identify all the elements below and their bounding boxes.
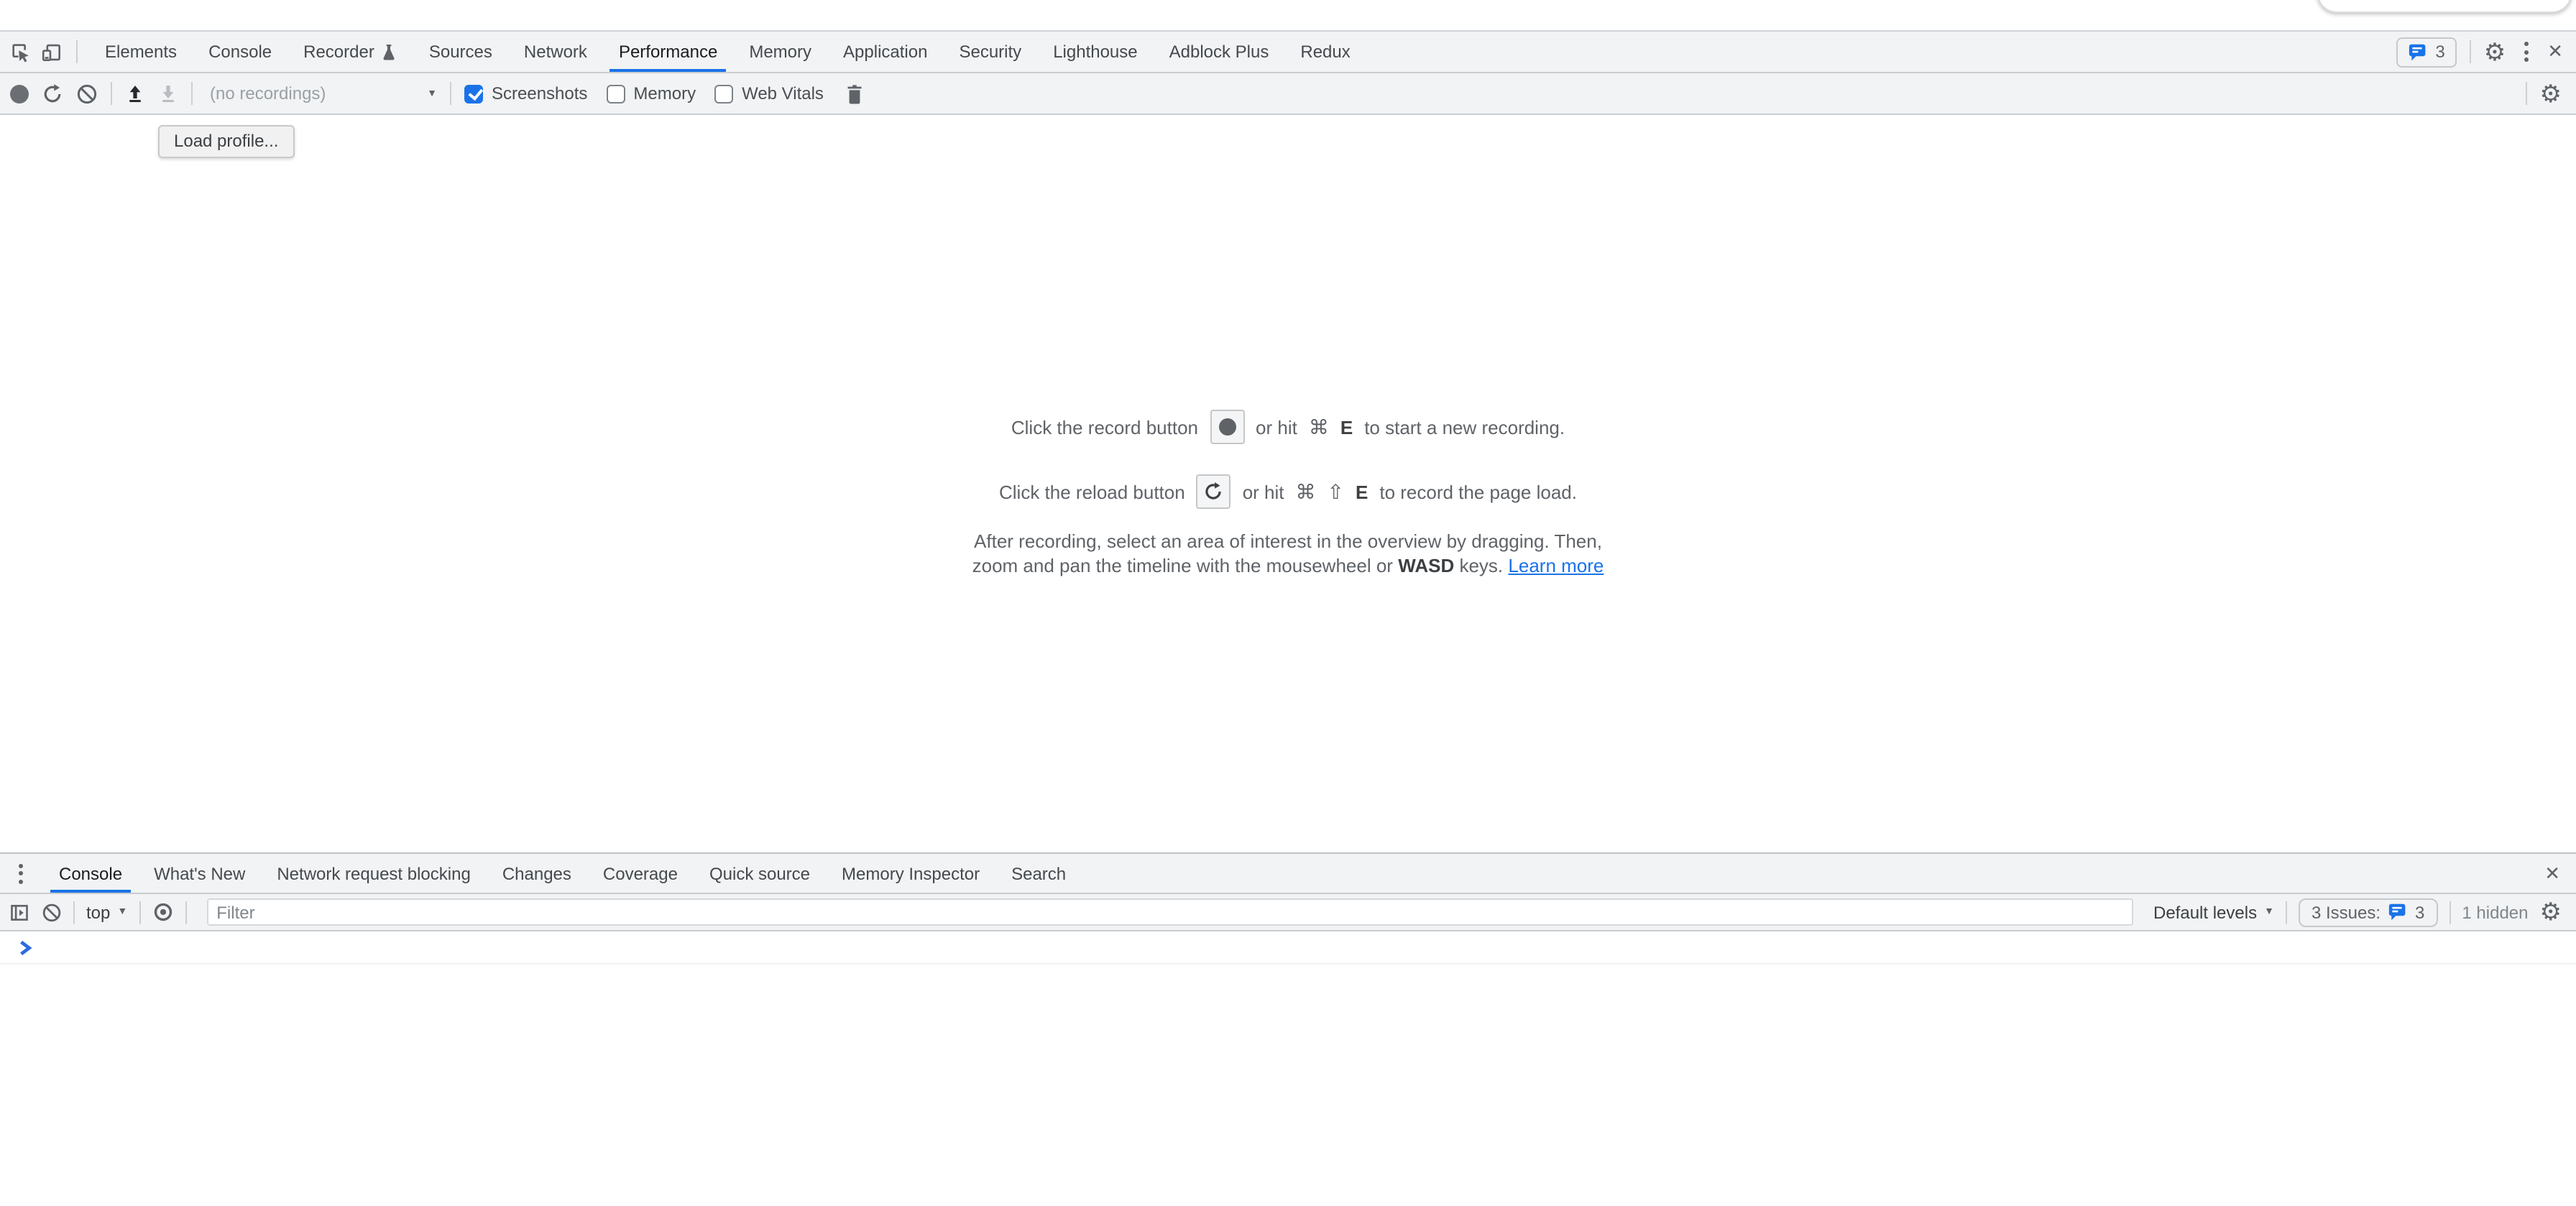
- drawer-tab-network-request-blocking[interactable]: Network request blocking: [261, 854, 486, 893]
- drawer-tab-search[interactable]: Search: [995, 854, 1082, 893]
- console-issues-count: 3: [2415, 902, 2424, 922]
- console-prompt-row[interactable]: [0, 931, 2576, 965]
- record-button-glyph[interactable]: [1210, 410, 1244, 444]
- page-strip: [0, 0, 2576, 30]
- close-drawer-icon[interactable]: ✕: [2544, 862, 2560, 885]
- tab-sources[interactable]: Sources: [413, 32, 508, 72]
- usage-tip: After recording, select an area of inter…: [972, 529, 1604, 578]
- device-toolbar-icon[interactable]: [40, 41, 63, 63]
- console-messages-area[interactable]: [0, 931, 2576, 1206]
- tab-performance[interactable]: Performance: [603, 32, 733, 72]
- separator: [450, 82, 451, 105]
- devtools-window: Elements Console Recorder: [0, 0, 2576, 1206]
- hidden-messages-count: 1 hidden: [2462, 902, 2528, 922]
- tab-application[interactable]: Application: [827, 32, 943, 72]
- load-profile-icon[interactable]: [125, 83, 145, 104]
- console-issues-button[interactable]: 3 Issues: 3: [2299, 898, 2437, 926]
- record-hint-row: Click the record button or hit ⌘ E to st…: [1011, 410, 1565, 444]
- drawer-tab-bar: Console What's New Network request block…: [0, 854, 2576, 894]
- recordings-select[interactable]: (no recordings) ▼: [210, 83, 437, 103]
- performance-toolbar: (no recordings) ▼ Screenshots Memory Web…: [0, 73, 2576, 115]
- inspect-element-icon[interactable]: [10, 41, 32, 63]
- clear-recordings-icon[interactable]: [76, 83, 98, 104]
- issues-count: 3: [2435, 42, 2444, 62]
- experiment-flask-icon: [382, 42, 397, 61]
- main-tab-bar: Elements Console Recorder: [0, 30, 2576, 73]
- javascript-context-select[interactable]: top ▼: [86, 902, 127, 922]
- separator: [76, 40, 78, 63]
- checkbox-box: [464, 84, 483, 103]
- delete-recording-trash-icon[interactable]: [845, 83, 864, 104]
- reload-button-glyph[interactable]: [1197, 474, 1231, 509]
- tab-elements[interactable]: Elements: [89, 32, 193, 72]
- learn-more-link[interactable]: Learn more: [1508, 555, 1604, 576]
- drawer-tab-quick-source[interactable]: Quick source: [694, 854, 826, 893]
- more-options-kebab-icon[interactable]: [2518, 39, 2534, 65]
- live-expression-eye-icon[interactable]: [152, 901, 173, 923]
- show-console-sidebar-icon[interactable]: [9, 902, 30, 922]
- drawer-tab-console[interactable]: Console: [43, 854, 138, 893]
- checkbox-memory[interactable]: Memory: [606, 83, 696, 103]
- separator: [2470, 40, 2471, 63]
- checkbox-web-vitals[interactable]: Web Vitals: [714, 83, 824, 103]
- main-tab-strip: Elements Console Recorder: [89, 32, 2383, 72]
- performance-empty-state: Click the record button or hit ⌘ E to st…: [0, 410, 2576, 578]
- log-levels-select[interactable]: Default levels ▼: [2153, 902, 2274, 922]
- reload-and-record-button[interactable]: [42, 83, 63, 104]
- performance-panel-body: Load profile... Click the record button …: [0, 115, 2576, 852]
- cmd-key-glyph: ⌘: [1309, 415, 1329, 439]
- settings-gear-icon[interactable]: ⚙: [2484, 40, 2506, 64]
- console-toolbar: top ▼ Default levels ▼ 3 Issues: 3: [0, 894, 2576, 931]
- separator: [139, 901, 140, 924]
- tabbar-right-controls: 3 ⚙ ✕: [2383, 32, 2576, 72]
- clear-console-icon[interactable]: [42, 902, 62, 922]
- drawer: Console What's New Network request block…: [0, 852, 2576, 1206]
- drawer-more-tabs-kebab-icon[interactable]: [13, 860, 29, 886]
- capture-settings-gear-icon[interactable]: ⚙: [2540, 81, 2562, 106]
- checkbox-box: [606, 84, 625, 103]
- browser-popup-remnant: [2317, 0, 2572, 13]
- tab-console[interactable]: Console: [193, 32, 288, 72]
- separator: [2526, 82, 2527, 105]
- cmd-key-glyph: ⌘: [1296, 479, 1316, 504]
- tab-memory[interactable]: Memory: [733, 32, 827, 72]
- tab-redux[interactable]: Redux: [1284, 32, 1366, 72]
- console-filter-input[interactable]: [206, 898, 2133, 926]
- issues-button[interactable]: 3: [2396, 37, 2456, 67]
- separator: [2449, 901, 2450, 924]
- chevron-down-icon: ▼: [427, 88, 437, 98]
- tab-adblock-plus[interactable]: Adblock Plus: [1154, 32, 1285, 72]
- tab-recorder[interactable]: Recorder: [288, 32, 413, 72]
- issues-bubble-icon: [2408, 42, 2428, 61]
- separator: [191, 82, 193, 105]
- separator: [111, 82, 112, 105]
- checkbox-screenshots[interactable]: Screenshots: [464, 83, 587, 103]
- shift-key-glyph: ⇧: [1328, 479, 1344, 504]
- console-settings-gear-icon[interactable]: ⚙: [2540, 900, 2562, 924]
- tab-lighthouse[interactable]: Lighthouse: [1037, 32, 1153, 72]
- chevron-down-icon: ▼: [117, 907, 127, 917]
- drawer-tab-what-s-new[interactable]: What's New: [138, 854, 261, 893]
- drawer-tab-coverage[interactable]: Coverage: [587, 854, 694, 893]
- reload-hint-row: Click the reload button or hit ⌘ ⇧ E to …: [999, 474, 1577, 509]
- drawer-tab-memory-inspector[interactable]: Memory Inspector: [826, 854, 995, 893]
- checkbox-box: [714, 84, 733, 103]
- load-profile-tooltip: Load profile...: [158, 125, 294, 158]
- issues-bubble-icon: [2388, 903, 2408, 921]
- chevron-down-icon: ▼: [2264, 907, 2274, 917]
- tab-security[interactable]: Security: [943, 32, 1037, 72]
- save-profile-icon[interactable]: [158, 83, 178, 104]
- drawer-tab-changes[interactable]: Changes: [487, 854, 587, 893]
- separator: [73, 901, 75, 924]
- tab-network[interactable]: Network: [508, 32, 603, 72]
- record-button[interactable]: [10, 84, 29, 103]
- separator: [2286, 901, 2287, 924]
- separator: [185, 901, 186, 924]
- drawer-tab-strip: Console What's New Network request block…: [43, 854, 2529, 893]
- console-prompt-chevron-icon: [19, 940, 33, 956]
- close-devtools-icon[interactable]: ✕: [2547, 40, 2563, 63]
